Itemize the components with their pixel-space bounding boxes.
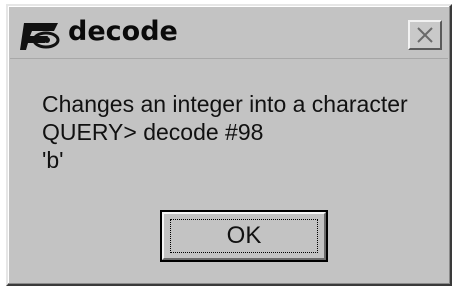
title-bar[interactable]: decode: [10, 8, 448, 59]
window-title: decode: [68, 16, 178, 47]
app-logo-icon: [18, 20, 64, 54]
ok-button[interactable]: OK: [160, 210, 328, 262]
message-text: Changes an integer into a character QUER…: [42, 90, 408, 174]
close-button[interactable]: [408, 20, 442, 50]
message-line-query: QUERY> decode #98: [42, 119, 264, 145]
close-icon: [417, 27, 433, 43]
message-line-result: 'b': [42, 147, 64, 173]
ok-button-label: OK: [226, 222, 262, 249]
decode-dialog: decode Changes an integer into a charact…: [6, 4, 452, 286]
message-line-description: Changes an integer into a character: [42, 91, 408, 117]
